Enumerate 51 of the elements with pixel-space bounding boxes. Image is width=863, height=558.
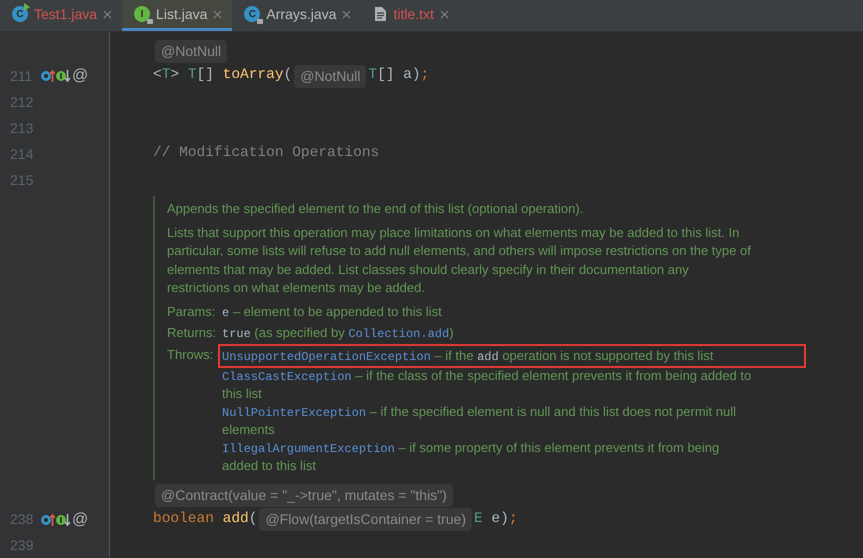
code-token: T	[368, 66, 378, 86]
class-icon: C	[244, 6, 260, 22]
annotation-marker[interactable]: @	[72, 64, 88, 88]
doc-text: Appends the specified element to the end of this list (optional operation).	[167, 200, 584, 218]
doc-link[interactable]: Collection.add	[348, 327, 450, 341]
text-file-icon	[373, 6, 388, 22]
inlay-hint: @NotNull	[155, 40, 228, 63]
doc-text: Lists that support this operation may place limitations on what elements may be added to this list. In particular, some lists will refuse to add null elements, and others will impose restrictions on the type of elements that may be added. List classes should clearly specify in their documentation any restrictions on what elements may be added.	[167, 224, 752, 297]
inlay-hint: @Flow(targetIsContainer = true)	[259, 508, 472, 531]
doc-text: IllegalArgumentException – if some property of this element prevents it from being added to this list	[221, 438, 720, 474]
code-token: boolean	[153, 510, 215, 529]
code-token: E	[474, 510, 484, 529]
interface-icon: I	[134, 6, 150, 22]
code-token: [] a)	[377, 66, 421, 86]
editor-tab[interactable]: C Arrays.java	[232, 0, 362, 31]
section-label: Params:	[167, 302, 216, 320]
section-label: Throws:	[167, 346, 214, 364]
doc-text: UnsupportedOperationException – if the add operation is not supported by this list	[222, 346, 714, 364]
code-token: >	[170, 66, 180, 86]
doc-text: e – element to be appended to this list	[221, 302, 443, 320]
close-icon	[213, 10, 222, 18]
doc-link[interactable]: IllegalArgumentException	[222, 442, 395, 456]
editor-tab[interactable]: C Test1.java	[0, 0, 122, 31]
code-token: add	[222, 510, 249, 529]
editor-tab[interactable]: title.txt	[361, 0, 459, 31]
code-token: (	[248, 510, 258, 529]
code-token: e)	[491, 510, 509, 529]
code-token: // Modification Operations	[153, 144, 380, 164]
close-icon	[342, 10, 352, 18]
inlay-hint: @Contract(value = "_->true", mutates = "this")	[155, 484, 453, 506]
doc-text: ClassCastException – if the class of the specified element prevents it from being added to this list	[221, 366, 752, 402]
doc-text: true (as specified by Collection.add)	[221, 324, 455, 342]
code-token: (	[284, 66, 292, 86]
code-token: ;	[508, 510, 518, 529]
close-icon	[103, 10, 112, 18]
editor-tab[interactable]: I List.java	[122, 0, 232, 31]
code-token: <	[153, 66, 162, 86]
doc-link[interactable]: ClassCastException	[222, 370, 352, 384]
section-label: Returns:	[167, 324, 218, 342]
doc-link[interactable]: NullPointerException	[222, 406, 366, 420]
code-token: ;	[420, 66, 430, 86]
doc-text: NullPointerException – if the specified element is null and this list does not permit null elements	[221, 402, 738, 438]
code-token: toArray	[222, 66, 284, 86]
close-icon	[440, 10, 449, 18]
code-token: T	[162, 66, 170, 86]
annotation-marker[interactable]: @	[72, 508, 88, 532]
code-token: []	[196, 66, 215, 86]
inlay-hint: @NotNull	[294, 64, 366, 88]
code-token: T	[188, 66, 197, 86]
class-icon: C	[12, 6, 28, 22]
doc-link[interactable]: UnsupportedOperationException	[222, 350, 431, 364]
